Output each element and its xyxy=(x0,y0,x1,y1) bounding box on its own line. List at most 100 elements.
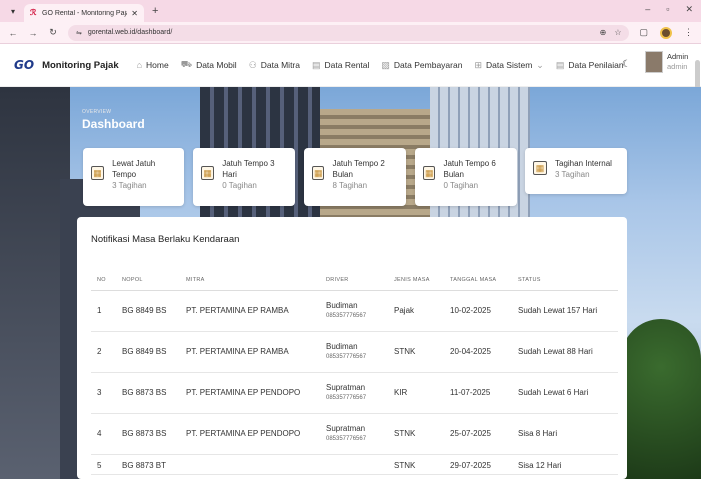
page-eyebrow: OVERVIEW xyxy=(82,109,112,115)
home-icon: ⌂ xyxy=(136,60,143,70)
browser-menu-icon[interactable]: ⋮ xyxy=(684,27,693,38)
background-tree xyxy=(621,319,701,479)
new-tab-icon[interactable]: + xyxy=(152,5,158,17)
cell-mitra xyxy=(180,454,320,475)
dark-mode-toggle-icon[interactable]: ☾ xyxy=(622,59,631,70)
nav-label: Data Penilaian xyxy=(568,60,624,70)
card-lewat-jatuh-tempo[interactable]: ▦ Lewat Jatuh Tempo 3 Tagihan xyxy=(83,148,184,206)
cell-tanggal-masa: 29-07-2025 xyxy=(444,454,512,475)
card-title: Jatuh Tempo 2 Bulan xyxy=(332,159,385,179)
cell-no: 2 xyxy=(91,331,116,373)
cell-no: 4 xyxy=(91,413,116,455)
invoice-icon: ▦ xyxy=(91,166,105,180)
logo-text: GO xyxy=(14,58,35,72)
driver-name: Supratman xyxy=(326,382,366,392)
nav-label: Data Sistem xyxy=(485,60,533,70)
close-window-icon[interactable]: ✕ xyxy=(685,4,693,15)
table-row: 1 BG 8849 BS PT. PERTAMINA EP RAMBA Budi… xyxy=(91,290,618,332)
url-text: gorental.web.id/dashboard/ xyxy=(87,29,173,36)
cell-tanggal-masa: 25-07-2025 xyxy=(444,413,512,455)
zoom-icon[interactable]: ⊕ xyxy=(600,28,607,37)
nav-data-mobil[interactable]: ⛟ Data Mobil xyxy=(181,59,237,71)
team-icon: ▦ xyxy=(533,161,547,175)
nav-data-rental[interactable]: ▤ Data Rental xyxy=(312,60,369,71)
nav-data-penilaian[interactable]: ▤ Data Penilaian xyxy=(556,60,624,71)
driver-name: Supratman xyxy=(326,423,366,433)
driver-phone: 085357776567 xyxy=(326,435,367,442)
browser-toolbar: ← → ↻ ⇋ gorental.web.id/dashboard/ ⊕ ☆ ▢… xyxy=(0,22,701,44)
card-count: 3 Tagihan xyxy=(555,170,590,179)
cell-jenis-masa: STNK xyxy=(388,454,444,475)
card-title: Tagihan Internal xyxy=(555,159,612,168)
card-count: 8 Tagihan xyxy=(332,181,368,190)
user-info[interactable]: Admin admin xyxy=(667,52,688,72)
cell-no: 5 xyxy=(91,454,116,475)
cell-tanggal-masa: 10-02-2025 xyxy=(444,290,512,332)
nav-label: Data Pembayaran xyxy=(393,60,463,70)
driver-phone: 085357776567 xyxy=(326,353,367,360)
user-avatar[interactable] xyxy=(645,51,663,73)
browser-tabbar: ▾ ℛ GO Rental - Monitoring Pajak ✕ + – ▫… xyxy=(0,0,701,22)
minimize-icon[interactable]: – xyxy=(645,4,650,15)
panel-title: Notifikasi Masa Berlaku Kendaraan xyxy=(91,234,240,245)
nav-data-mitra[interactable]: ⚇ Data Mitra xyxy=(249,60,300,71)
forward-icon[interactable]: → xyxy=(28,28,38,38)
card-tagihan-internal[interactable]: ▦ Tagihan Internal 3 Tagihan xyxy=(525,148,627,194)
extensions-icon[interactable]: ▢ xyxy=(639,27,648,38)
card-title: Lewat Jatuh Tempo xyxy=(112,159,156,179)
notification-panel: Notifikasi Masa Berlaku Kendaraan NO NOP… xyxy=(77,217,627,479)
cell-mitra: PT. PERTAMINA EP PENDOPO xyxy=(180,413,320,455)
app-navbar: GO Monitoring Pajak ⌂ Home ⛟ Data Mobil ⚇ D… xyxy=(0,44,701,87)
profile-avatar[interactable] xyxy=(660,26,672,39)
document-icon: ▤ xyxy=(312,59,321,70)
rating-icon: ▤ xyxy=(555,59,565,70)
reload-icon[interactable]: ↻ xyxy=(48,27,58,38)
col-nopol: NOPOL xyxy=(116,270,180,291)
tab-search-icon[interactable]: ▾ xyxy=(6,4,20,18)
app-logo[interactable]: GO xyxy=(14,58,34,72)
system-icon: ⊞ xyxy=(474,59,482,70)
cell-nopol: BG 8849 BS xyxy=(116,290,180,332)
back-icon[interactable]: ← xyxy=(8,28,18,38)
partners-icon: ⚇ xyxy=(248,59,257,70)
cell-nopol: BG 8873 BT xyxy=(116,454,180,475)
cell-nopol: BG 8873 BS xyxy=(116,372,180,414)
driver-name: Budiman xyxy=(326,341,358,351)
cell-mitra: PT. PERTAMINA EP RAMBA xyxy=(180,290,320,332)
cell-tanggal-masa: 20-04-2025 xyxy=(444,331,512,373)
col-tanggal-masa: TANGGAL MASA xyxy=(444,270,512,291)
window-controls: – ▫ ✕ xyxy=(645,4,693,15)
card-count: 3 Tagihan xyxy=(112,181,147,190)
cell-driver: Budiman 085357776567 xyxy=(320,290,388,332)
card-title: Jatuh Tempo 3 Hari xyxy=(222,159,275,179)
cell-jenis-masa: STNK xyxy=(388,331,444,373)
cell-no: 3 xyxy=(91,372,116,414)
address-bar[interactable]: ⇋ gorental.web.id/dashboard/ ⊕ ☆ xyxy=(68,24,630,41)
browser-tab[interactable]: ℛ GO Rental - Monitoring Pajak ✕ xyxy=(24,4,144,22)
cell-no: 1 xyxy=(91,290,116,332)
cell-jenis-masa: KIR xyxy=(388,372,444,414)
notification-table: NO NOPOL MITRA DRIVER JENIS MASA TANGGAL… xyxy=(91,270,618,475)
card-jatuh-tempo-6-bulan[interactable]: ▦ Jatuh Tempo 6 Bulan 0 Tagihan xyxy=(415,148,517,206)
card-jatuh-tempo-3-hari[interactable]: ▦ Jatuh Tempo 3 Hari 0 Tagihan xyxy=(193,148,295,206)
card-jatuh-tempo-2-bulan[interactable]: ▦ Jatuh Tempo 2 Bulan 8 Tagihan xyxy=(304,148,406,206)
cell-tanggal-masa: 11-07-2025 xyxy=(444,372,512,414)
table-row: 3 BG 8873 BS PT. PERTAMINA EP PENDOPO Su… xyxy=(91,372,618,414)
cell-status: Sudah Lewat 88 Hari xyxy=(512,331,618,373)
driver-phone: 085357776567 xyxy=(326,394,367,401)
maximize-icon[interactable]: ▫ xyxy=(666,4,669,15)
nav-home[interactable]: ⌂ Home xyxy=(137,60,169,70)
nav-data-sistem[interactable]: ⊞ Data Sistem ⌄ xyxy=(474,60,543,71)
tab-close-icon[interactable]: ✕ xyxy=(131,9,138,18)
chevron-down-icon: ⌄ xyxy=(536,59,544,70)
bookmark-star-icon[interactable]: ☆ xyxy=(614,28,621,37)
cell-driver: Supratman 085357776567 xyxy=(320,372,388,414)
cell-status: Sudah Lewat 6 Hari xyxy=(512,372,618,414)
brand-name[interactable]: Monitoring Pajak xyxy=(42,60,119,71)
site-info-icon[interactable]: ⇋ xyxy=(76,29,82,37)
table-row: 2 BG 8849 BS PT. PERTAMINA EP RAMBA Budi… xyxy=(91,331,618,373)
wallet-icon: ▦ xyxy=(423,166,436,180)
cell-jenis-masa: Pajak xyxy=(388,290,444,332)
nav-data-pembayaran[interactable]: ▧ Data Pembayaran xyxy=(381,60,462,71)
card-title: Jatuh Tempo 6 Bulan xyxy=(443,159,496,179)
